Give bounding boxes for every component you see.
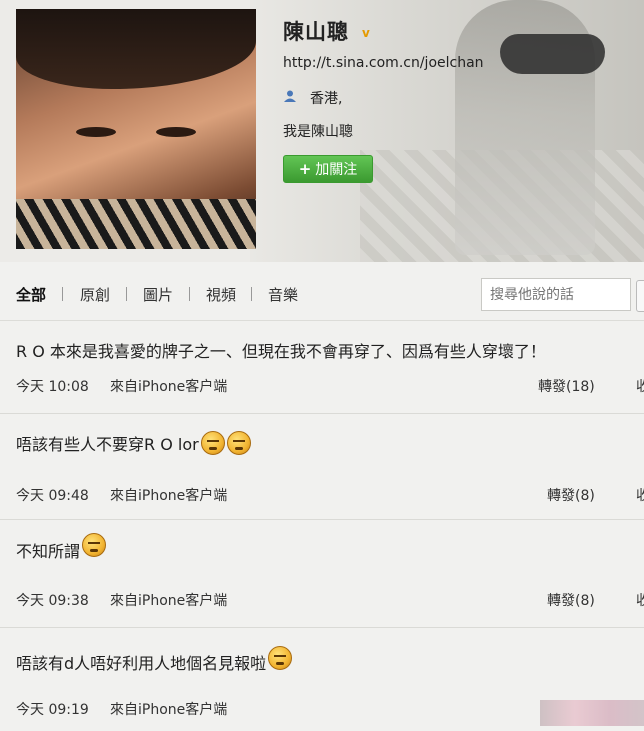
tab-divider	[126, 287, 127, 301]
weibo-post: 不知所謂 今天 09:38 來自iPhone客户端 轉發(8) 收	[0, 530, 644, 615]
avatar-collar	[16, 199, 256, 249]
post-divider	[0, 413, 644, 414]
profile-url[interactable]: http://t.sina.com.cn/joelchan	[283, 55, 484, 71]
tab-videos[interactable]: 視頻	[206, 284, 236, 305]
avatar-eye	[76, 127, 116, 137]
post-divider	[0, 627, 644, 628]
post-text-row: 唔該有些人不要穿R O lor	[16, 431, 251, 455]
follow-button[interactable]: + 加關注	[283, 155, 373, 183]
avatar[interactable]	[16, 9, 256, 249]
repost-link[interactable]: 轉發(8)	[547, 485, 595, 505]
post-time[interactable]: 今天 10:08	[16, 376, 89, 396]
post-time[interactable]: 今天 09:38	[16, 590, 89, 610]
angry-face-emoji-icon	[200, 431, 225, 455]
post-source[interactable]: 來自iPhone客户端	[110, 590, 227, 610]
tab-divider	[189, 287, 190, 301]
profile-bio: 我是陳山聰	[283, 124, 353, 140]
weibo-post: R O 本來是我喜愛的牌子之一、但現在我不會再穿了、因爲有些人穿壞了！ 今天 1…	[0, 330, 644, 405]
follow-label: 加關注	[315, 162, 358, 178]
search-button[interactable]	[636, 280, 644, 312]
avatar-eye	[156, 127, 196, 137]
profile-name[interactable]: 陳山聰	[283, 16, 349, 46]
angry-face-emoji-icon	[226, 431, 251, 455]
avatar-hair	[16, 9, 256, 89]
favorite-link[interactable]: 收	[636, 376, 644, 396]
profile-header: 陳山聰 v http://t.sina.com.cn/joelchan 香港, …	[0, 0, 644, 262]
plus-icon: +	[298, 160, 312, 178]
favorite-link[interactable]: 收	[636, 485, 644, 505]
favorite-link[interactable]: 收	[636, 590, 644, 610]
post-time[interactable]: 今天 09:19	[16, 699, 89, 719]
post-source[interactable]: 來自iPhone客户端	[110, 485, 227, 505]
profile-location: 香港,	[310, 91, 343, 107]
post-time[interactable]: 今天 09:48	[16, 485, 89, 505]
search-input[interactable]	[481, 278, 631, 311]
tab-all[interactable]: 全部	[16, 284, 46, 305]
tab-divider	[251, 287, 252, 301]
tab-music[interactable]: 音樂	[268, 284, 298, 305]
repost-link[interactable]: 轉發(8)	[547, 590, 595, 610]
angry-face-emoji-icon	[268, 646, 293, 670]
weibo-post: 唔該有些人不要穿R O lor 今天 09:48 來自iPhone客户端 轉發(…	[0, 425, 644, 510]
post-text: 不知所謂	[16, 542, 81, 561]
blurred-watermark	[540, 700, 644, 726]
person-location-icon	[283, 89, 297, 103]
angry-face-emoji-icon	[82, 533, 107, 557]
post-text: R O 本來是我喜愛的牌子之一、但現在我不會再穿了、因爲有些人穿壞了！	[16, 342, 546, 361]
verified-icon: v	[362, 26, 370, 40]
post-source[interactable]: 來自iPhone客户端	[110, 699, 227, 719]
cover-sunglasses	[500, 34, 605, 74]
post-text: 唔該有些人不要穿R O lor	[16, 435, 199, 454]
tab-divider	[62, 287, 63, 301]
post-text-row: 不知所謂	[16, 533, 107, 562]
repost-link[interactable]: 轉發(18)	[538, 376, 595, 396]
tab-photos[interactable]: 圖片	[143, 284, 173, 305]
post-source[interactable]: 來自iPhone客户端	[110, 376, 227, 396]
post-text-row: 唔該有d人唔好利用人地個名見報啦	[16, 646, 293, 674]
post-text: 唔該有d人唔好利用人地個名見報啦	[16, 654, 267, 673]
tab-original[interactable]: 原創	[80, 284, 110, 305]
post-divider	[0, 519, 644, 520]
